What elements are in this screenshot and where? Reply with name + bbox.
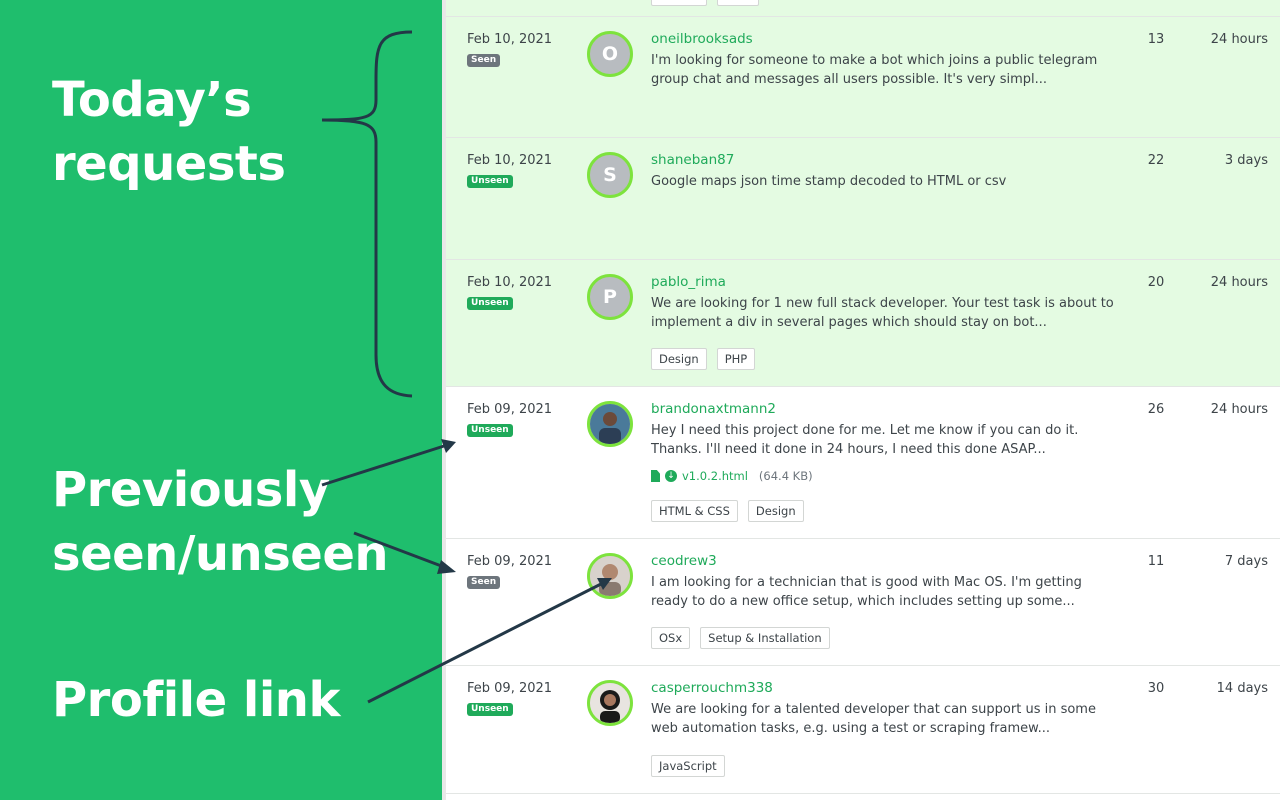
request-count: 11 bbox=[1147, 554, 1165, 569]
tag[interactable]: HTML & CSS bbox=[651, 500, 738, 522]
request-row[interactable]: Feb 10, 2021 Seen O oneilbrooksads I'm l… bbox=[446, 17, 1280, 138]
avatar[interactable] bbox=[587, 680, 633, 726]
status-badge-seen: Seen bbox=[467, 54, 501, 67]
tag[interactable] bbox=[651, 0, 707, 6]
tag[interactable]: OSx bbox=[651, 627, 691, 649]
avatar[interactable]: S bbox=[587, 152, 633, 198]
request-age: 7 days bbox=[1224, 554, 1268, 569]
annotation-todays-line2: requests bbox=[52, 136, 286, 192]
username-link[interactable]: brandonaxtmann2 bbox=[651, 401, 776, 417]
request-date: Feb 10, 2021 bbox=[467, 32, 553, 47]
request-description: I am looking for a technician that is go… bbox=[651, 575, 1082, 609]
status-badge-unseen: Unseen bbox=[467, 297, 513, 310]
tag[interactable] bbox=[717, 0, 759, 6]
file-icon bbox=[651, 470, 660, 482]
avatar-photo-icon bbox=[590, 404, 630, 444]
annotation-prev-line1: Previously bbox=[52, 462, 330, 518]
request-description: I'm looking for someone to make a bot wh… bbox=[651, 53, 1098, 87]
annotation-profile-link: Profile link bbox=[52, 672, 340, 728]
status-badge-unseen: Unseen bbox=[467, 703, 513, 716]
request-row[interactable] bbox=[446, 0, 1280, 17]
tag[interactable]: PHP bbox=[716, 348, 756, 370]
download-icon[interactable]: ↓ bbox=[665, 470, 677, 482]
request-count: 22 bbox=[1147, 153, 1165, 168]
tag[interactable]: Design bbox=[747, 500, 804, 522]
request-age: 24 hours bbox=[1210, 402, 1268, 417]
request-age: 24 hours bbox=[1210, 275, 1268, 290]
avatar[interactable]: O bbox=[587, 31, 633, 77]
tag[interactable]: Design bbox=[651, 348, 707, 370]
status-badge-unseen: Unseen bbox=[467, 175, 513, 188]
request-count: 26 bbox=[1147, 402, 1165, 417]
request-row[interactable]: Feb 09, 2021 Unseen brandonaxtmann2 Hey … bbox=[446, 387, 1280, 539]
annotation-todays-line1: Today’s bbox=[52, 72, 252, 128]
avatar[interactable]: P bbox=[587, 274, 633, 320]
username-link[interactable]: shaneban87 bbox=[651, 152, 734, 168]
username-link[interactable]: oneilbrooksads bbox=[651, 31, 753, 47]
avatar[interactable] bbox=[587, 553, 633, 599]
request-description: Google maps json time stamp decoded to H… bbox=[651, 174, 1007, 189]
request-date: Feb 10, 2021 bbox=[467, 153, 553, 168]
request-description: We are looking for a talented developer … bbox=[651, 702, 1096, 736]
annotation-previously-seen: Previously seen/unseen bbox=[52, 458, 389, 586]
status-badge-unseen: Unseen bbox=[467, 424, 513, 437]
request-age: 3 days bbox=[1224, 153, 1268, 168]
request-row[interactable]: Feb 09, 2021 Seen ceodrew3 I am looking … bbox=[446, 539, 1280, 666]
request-age: 14 days bbox=[1216, 681, 1268, 696]
request-row[interactable]: Feb 10, 2021 Unseen S shaneban87 Google … bbox=[446, 138, 1280, 260]
request-list: Feb 10, 2021 Seen O oneilbrooksads I'm l… bbox=[442, 0, 1280, 800]
avatar-photo-icon bbox=[590, 683, 630, 723]
request-count: 20 bbox=[1147, 275, 1165, 290]
request-date: Feb 10, 2021 bbox=[467, 275, 553, 290]
request-date: Feb 09, 2021 bbox=[467, 554, 553, 569]
request-count: 13 bbox=[1147, 32, 1165, 47]
username-link[interactable]: casperrouchm338 bbox=[651, 680, 773, 696]
avatar-photo-icon bbox=[590, 556, 630, 596]
request-row[interactable]: Feb 10, 2021 Unseen P pablo_rima We are … bbox=[446, 260, 1280, 387]
request-row[interactable]: Feb 09, 2021 Unseen casperrouchm338 We a… bbox=[446, 666, 1280, 794]
request-date: Feb 09, 2021 bbox=[467, 681, 553, 696]
request-age: 24 hours bbox=[1210, 32, 1268, 47]
tag[interactable]: JavaScript bbox=[651, 755, 725, 777]
attachment[interactable]: ↓ v1.0.2.html (64.4 KB) bbox=[651, 469, 813, 483]
avatar[interactable] bbox=[587, 401, 633, 447]
request-count: 30 bbox=[1147, 681, 1165, 696]
attachment-file-name[interactable]: v1.0.2.html bbox=[682, 469, 748, 483]
username-link[interactable]: pablo_rima bbox=[651, 274, 726, 290]
request-date: Feb 09, 2021 bbox=[467, 402, 553, 417]
username-link[interactable]: ceodrew3 bbox=[651, 553, 717, 569]
request-description: We are looking for 1 new full stack deve… bbox=[651, 296, 1114, 330]
tag[interactable]: Setup & Installation bbox=[700, 627, 830, 649]
status-badge-seen: Seen bbox=[467, 576, 501, 589]
annotation-panel: Today’s requests Previously seen/unseen … bbox=[0, 0, 442, 800]
attachment-file-size: (64.4 KB) bbox=[758, 469, 813, 483]
request-description: Hey I need this project done for me. Let… bbox=[651, 423, 1079, 457]
annotation-todays-requests: Today’s requests bbox=[52, 68, 286, 196]
annotation-prev-line2: seen/unseen bbox=[52, 526, 389, 582]
